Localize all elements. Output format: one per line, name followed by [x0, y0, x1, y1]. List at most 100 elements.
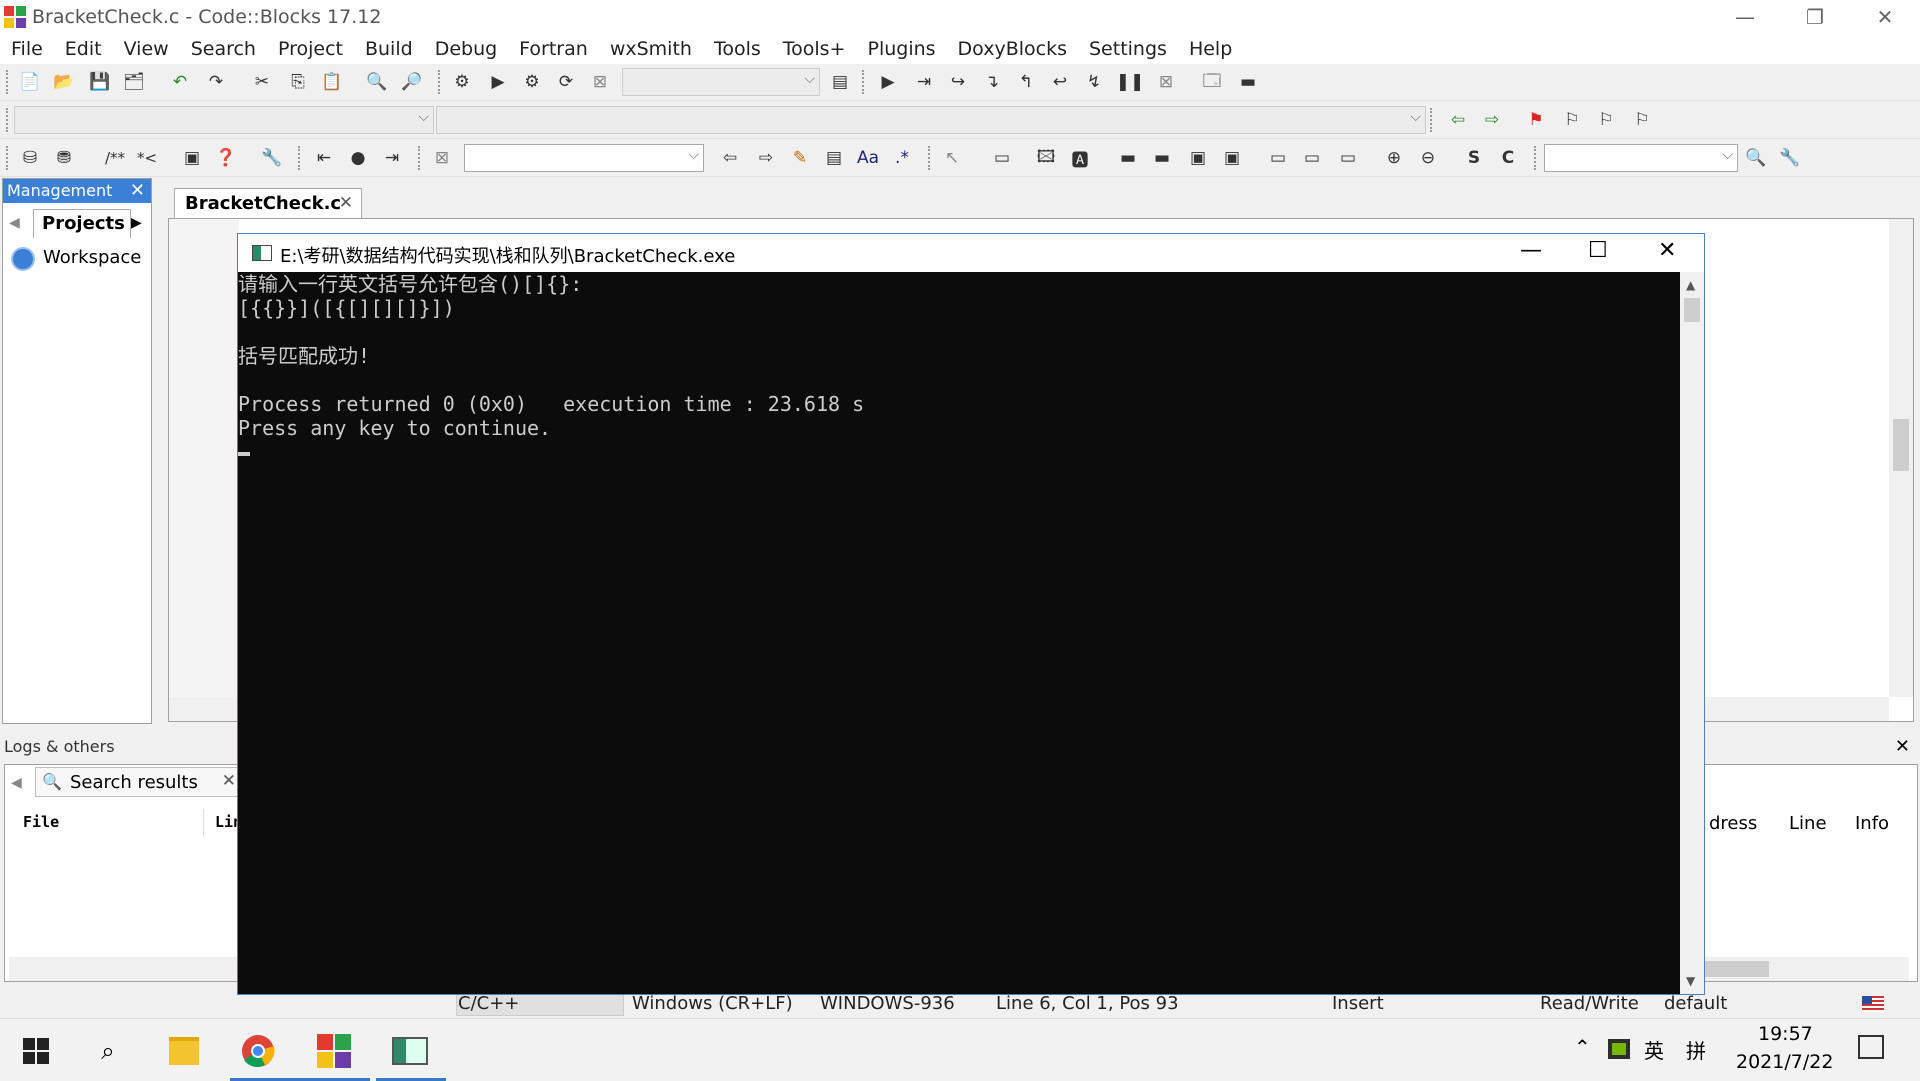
menu-help[interactable]: Help	[1178, 38, 1243, 60]
debug-run-icon[interactable]: ▶	[876, 71, 900, 93]
editor-tab-bracketcheck[interactable]: BracketCheck.c	[185, 193, 341, 214]
frame-1-icon[interactable]: ▭	[1266, 147, 1290, 169]
new-file-icon[interactable]: 📄	[18, 71, 42, 93]
zoom-in-icon[interactable]: ⊕	[1382, 147, 1406, 169]
editor-vertical-scrollbar[interactable]	[1889, 219, 1913, 697]
close-button[interactable]: ✕	[1850, 0, 1920, 34]
tray-expand-icon[interactable]: ⌃	[1574, 1035, 1591, 1059]
console-scroll-thumb[interactable]	[1684, 298, 1700, 322]
menu-search[interactable]: Search	[180, 38, 267, 60]
doxy-html-icon[interactable]: ▣	[180, 147, 204, 169]
line-comment-button[interactable]: *<	[132, 147, 162, 169]
next-icon[interactable]: ⇥	[380, 147, 404, 169]
layout-1-icon[interactable]: ▬	[1116, 147, 1140, 169]
bookmark-clear-icon[interactable]: ⚐	[1630, 109, 1654, 131]
abort-icon[interactable]: ⊠	[588, 71, 612, 93]
search-icon[interactable]: ⌕	[88, 1031, 128, 1071]
search-prev-icon[interactable]: ⇦	[718, 147, 742, 169]
clock-time[interactable]: 19:57	[1758, 1023, 1813, 1045]
incremental-search-input[interactable]: ⌵	[464, 144, 704, 172]
doxy-extract-icon[interactable]: ⛃	[52, 147, 76, 169]
ime-language-indicator[interactable]: 英	[1644, 1035, 1664, 1064]
block-comment-button[interactable]: /**	[98, 147, 132, 169]
layout-4-icon[interactable]: ▣	[1220, 147, 1244, 169]
menu-view[interactable]: View	[113, 38, 180, 60]
open-file-icon[interactable]: 📂	[52, 71, 76, 93]
windows-start-icon[interactable]	[16, 1031, 56, 1071]
regex-icon[interactable]: .*	[890, 147, 914, 169]
tab-scroll-left-icon[interactable]: ◀	[9, 215, 20, 231]
console-close-button[interactable]: ✕	[1658, 238, 1676, 263]
save-all-icon[interactable]: 🗂	[122, 71, 146, 93]
menu-tools[interactable]: Tools	[703, 38, 772, 60]
column-file[interactable]: File	[23, 813, 59, 831]
find-icon[interactable]: 🔍	[365, 71, 389, 93]
prev-icon[interactable]: ⇤	[312, 147, 336, 169]
logs-close-icon[interactable]: ✕	[1895, 736, 1910, 757]
menu-debug[interactable]: Debug	[424, 38, 508, 60]
debug-windows-icon[interactable]: 🗔	[1200, 71, 1224, 93]
console-minimize-button[interactable]: —	[1520, 238, 1542, 263]
search-next-icon[interactable]: ⇨	[754, 147, 778, 169]
frame-3-icon[interactable]: ▭	[1336, 147, 1360, 169]
image-tool-icon[interactable]: 🖾	[1034, 147, 1058, 169]
minimize-button[interactable]: —	[1710, 0, 1780, 34]
run-icon[interactable]: ▶	[486, 71, 510, 93]
pause-icon[interactable]: ❚❚	[1116, 71, 1145, 93]
jump-back-icon[interactable]: ⇦	[1446, 109, 1470, 131]
layout-2-icon[interactable]: ▬	[1150, 147, 1174, 169]
rebuild-icon[interactable]: ⟳	[554, 71, 578, 93]
scope-combo[interactable]: ⌵	[14, 106, 434, 134]
selected-text-icon[interactable]: ▤	[822, 147, 846, 169]
config-wrench-icon[interactable]: 🔧	[260, 147, 284, 169]
undo-icon[interactable]: ↶	[168, 71, 192, 93]
editor-scroll-thumb[interactable]	[1893, 419, 1909, 471]
menu-fortran[interactable]: Fortran	[508, 38, 599, 60]
bookmark-toggle-icon[interactable]: ⚑	[1524, 109, 1548, 131]
menu-project[interactable]: Project	[267, 38, 354, 60]
run-to-cursor-icon[interactable]: ⇥	[912, 71, 936, 93]
close-icon[interactable]: ✕	[130, 180, 145, 201]
dot-icon[interactable]: ●	[346, 147, 370, 169]
menu-tools-plus[interactable]: Tools+	[772, 38, 857, 60]
rect-tool-icon[interactable]: ▭	[990, 147, 1014, 169]
notification-icon[interactable]	[1858, 1035, 1884, 1059]
doxy-chm-icon[interactable]: ❓	[214, 147, 238, 169]
column-info[interactable]: Info	[1855, 813, 1889, 834]
copy-icon[interactable]: ⎘	[286, 71, 310, 93]
zoom-out-icon[interactable]: ⊖	[1416, 147, 1440, 169]
ime-mode-indicator[interactable]: 拼	[1686, 1035, 1706, 1064]
build-gear-icon[interactable]: ⚙	[450, 71, 474, 93]
replace-icon[interactable]: 🔎	[400, 71, 424, 93]
symbol-search-combo[interactable]: ⌵	[1544, 144, 1738, 172]
menu-build[interactable]: Build	[354, 38, 424, 60]
console-maximize-button[interactable]: ☐	[1588, 238, 1608, 263]
console-window[interactable]: E:\考研\数据结构代码实现\栈和队列\BracketCheck.exe — ☐…	[237, 233, 1705, 995]
logs-tab-left-icon[interactable]: ◀	[11, 775, 22, 791]
step-into-icon[interactable]: ↴	[980, 71, 1004, 93]
logs-tab-close-icon[interactable]: ✕	[222, 771, 236, 791]
match-case-icon[interactable]: Aa	[856, 147, 880, 169]
clock-date[interactable]: 2021/7/22	[1736, 1051, 1833, 1073]
symbol-settings-icon[interactable]: 🔧	[1778, 147, 1802, 169]
menu-edit[interactable]: Edit	[54, 38, 113, 60]
workspace-item[interactable]: Workspace	[43, 247, 141, 268]
debug-info-icon[interactable]: ▬	[1236, 71, 1260, 93]
build-run-icon[interactable]: ⚙	[520, 71, 544, 93]
text-tool-icon[interactable]: 🅰	[1068, 147, 1092, 171]
function-combo[interactable]: ⌵	[436, 106, 1426, 134]
console-output[interactable]: 请输入一行英文括号允许包含()[]{}: [{{}}]([{[][][]}]) …	[238, 272, 1680, 994]
file-explorer-icon[interactable]	[164, 1031, 204, 1071]
chrome-icon[interactable]	[238, 1031, 278, 1071]
console-scroll-down-icon[interactable]: ▼	[1686, 974, 1695, 988]
build-target-combo[interactable]: ⌵	[622, 68, 820, 96]
restore-button[interactable]: ❐	[1780, 0, 1850, 34]
bookmark-next-icon[interactable]: ⚐	[1594, 109, 1618, 131]
menu-settings[interactable]: Settings	[1078, 38, 1178, 60]
pointer-icon[interactable]: ↖	[940, 147, 964, 169]
show-target-icon[interactable]: ▤	[828, 71, 852, 93]
save-icon[interactable]: 💾	[88, 71, 112, 93]
console-scroll-up-icon[interactable]: ▲	[1686, 278, 1695, 292]
menu-wxsmith[interactable]: wxSmith	[599, 38, 703, 60]
doxy-wizard-icon[interactable]: ⛁	[18, 147, 42, 169]
